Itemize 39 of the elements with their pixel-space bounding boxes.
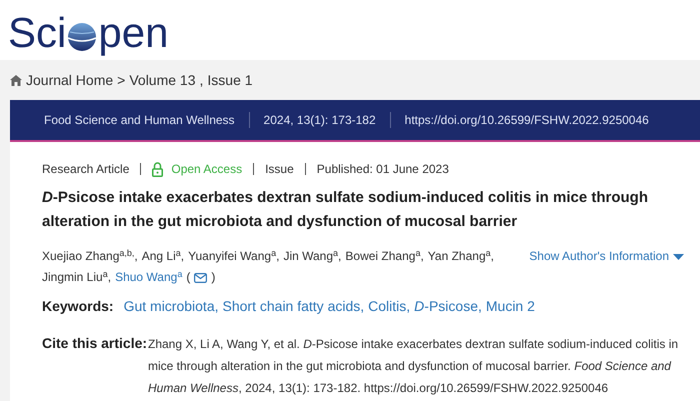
- breadcrumb-separator: >: [117, 70, 126, 90]
- show-info-link[interactable]: Show Author's Information: [529, 246, 684, 288]
- breadcrumb-separator: ,: [200, 70, 204, 90]
- breadcrumb-link[interactable]: Issue 1: [207, 70, 253, 90]
- journal-info: 2024, 13(1): 173-182: [264, 112, 376, 129]
- keyword-link[interactable]: Colitis,: [368, 296, 410, 317]
- author-name: Ang Li$^{a}$,: [142, 246, 184, 265]
- issue-label: Issue: [265, 161, 294, 178]
- breadcrumb-link[interactable]: Journal Home: [26, 70, 114, 90]
- globe-icon: [67, 22, 98, 52]
- article-title: D-Psicose intake exacerbates dextran sulfate sodium-induced colitis in mice through alteration in the gut microbiota and dysfunction of mucosal barrier: [42, 188, 650, 232]
- parenthesis: ): [211, 269, 216, 286]
- keyword-link[interactable]: Short chain fatty acids,: [222, 296, 364, 317]
- article-type: Research Article: [42, 161, 130, 178]
- keyword-link[interactable]: Mucin 2: [486, 296, 535, 317]
- author-name: Yan Zhang$^{a}$,: [428, 246, 494, 265]
- logo-text: Sci: [8, 12, 66, 54]
- parenthesis: (: [186, 269, 190, 286]
- author-name: Jingmin Liu$^{a}$,: [42, 268, 112, 286]
- author-name: Bowei Zhang$^{a}$,: [345, 246, 424, 265]
- author-name: Yuanyifei Wang$^{a}$,: [188, 246, 280, 265]
- keyword-link[interactable]: Gut microbiota,: [124, 296, 219, 317]
- open-access-label: Open Access: [171, 161, 242, 178]
- published-date: Published: 01 June 2023: [316, 161, 449, 178]
- journal-info: https://doi.org/10.26599/FSHW.2022.9250046: [404, 112, 649, 129]
- keywords-label: Keywords:: [42, 297, 114, 316]
- caret-icon: [673, 254, 684, 260]
- author-name: Jin Wang$^{a}$,: [283, 246, 342, 265]
- citation-text: Zhang X, Li A, Wang Y, et al. D-Psicose intake exacerbates dextran sulfate sodium-induced colitis in mice through alteration in the gut microbiota and dysfunction of mucosal barrier. Food Science and Human Wellness, 2024, 13(1): 173-182. https://doi.org/10.26599/FSHW.2022.9250046: [148, 336, 680, 397]
- author-link[interactable]: Shuo Wang$^{a}$: [115, 267, 182, 288]
- breadcrumb-link[interactable]: Volume 13: [129, 70, 196, 90]
- author-name: Xuejiao Zhang$^{a,b,}$,: [42, 246, 138, 265]
- logo-text: pen: [98, 12, 168, 54]
- lock-icon: [152, 162, 164, 176]
- journal-info: Food Science and Human Wellness: [44, 112, 235, 129]
- email-icon[interactable]: [194, 273, 208, 283]
- cite-label: Cite this article:: [42, 334, 148, 353]
- home-icon[interactable]: [10, 74, 22, 86]
- keyword-link[interactable]: D-Psicose,: [414, 296, 482, 317]
